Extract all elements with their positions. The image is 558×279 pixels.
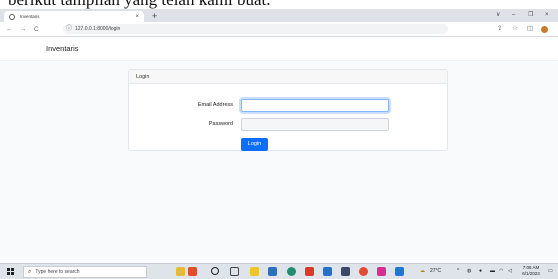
weather-icon[interactable]: ☁ (420, 268, 425, 274)
new-tab-icon[interactable]: + (152, 11, 157, 21)
file-explorer-icon[interactable] (250, 267, 259, 276)
share-icon[interactable]: ⇪ (497, 25, 502, 33)
app-icon[interactable] (377, 267, 386, 276)
chrome-tray-icon[interactable]: ● (479, 268, 482, 274)
taskbar-search-box[interactable]: ⌕ Type here to search (23, 266, 147, 278)
browser-toolbar: ← → C ⓘ 127.0.0.1:8000/login ⇪ ☆ ◫ (0, 22, 558, 37)
minimize-icon[interactable]: – (512, 12, 515, 18)
notification-icon[interactable]: ▭ (548, 268, 553, 274)
star-icon[interactable]: ☆ (512, 25, 518, 33)
cortana-icon[interactable] (211, 267, 219, 275)
battery-icon[interactable]: ▬ (490, 268, 495, 274)
windows-taskbar: ⌕ Type here to search ☁ 27°C ^ ◍ ● ▬ ◠ ◁… (0, 263, 558, 279)
password-field[interactable] (241, 118, 389, 131)
opera-icon[interactable] (305, 267, 314, 276)
edge-icon[interactable] (287, 267, 296, 276)
brand-link[interactable]: Inventaris (46, 44, 79, 53)
browser-tab-strip: Inventaris × + ∨ – ❐ × (0, 9, 558, 22)
search-placeholder: Type here to search (35, 269, 80, 275)
page-body: Login Email Address Password Login (0, 61, 558, 263)
password-label: Password (208, 121, 233, 127)
chrome-icon[interactable] (359, 267, 368, 276)
vscode-icon[interactable] (395, 267, 404, 276)
search-icon: ⌕ (28, 269, 32, 275)
globe-icon (9, 13, 15, 20)
news-widget-icon[interactable] (176, 267, 185, 276)
address-bar[interactable]: ⓘ 127.0.0.1:8000/login (63, 24, 448, 34)
tab-search-icon[interactable]: ∨ (496, 12, 500, 18)
app-icon[interactable] (341, 267, 350, 276)
caption-text: berikut tampilan yang telah kami buat. (8, 0, 270, 9)
windows-start-icon[interactable] (7, 268, 14, 275)
maximize-icon[interactable]: ❐ (528, 12, 533, 18)
tab-close-icon[interactable]: × (135, 14, 139, 20)
volume-icon[interactable]: ◁ (508, 268, 512, 274)
card-header: Login (129, 70, 447, 84)
site-info-icon[interactable]: ⓘ (66, 26, 72, 33)
document-caption: berikut tampilan yang telah kami buat. (0, 0, 558, 9)
wifi-icon[interactable]: ◠ (499, 268, 503, 274)
login-card: Login Email Address Password Login (128, 69, 448, 151)
reload-icon[interactable]: C (34, 26, 39, 33)
taskbar-clock[interactable]: 7:06 AM 6/1/2023 (518, 265, 544, 277)
clock-date: 6/1/2023 (522, 271, 540, 276)
close-window-icon[interactable]: × (545, 12, 549, 18)
app-navbar: Inventaris (0, 37, 558, 60)
forward-icon[interactable]: → (20, 26, 27, 33)
profile-icon[interactable] (541, 26, 548, 33)
store-icon[interactable] (268, 267, 277, 276)
tray-overflow-icon[interactable]: ^ (457, 268, 459, 274)
network-icon[interactable]: ◍ (467, 268, 471, 274)
email-label: Email Address (197, 102, 233, 108)
weather-text[interactable]: 27°C (430, 268, 441, 274)
mail-icon[interactable] (323, 267, 332, 276)
url-text[interactable]: 127.0.0.1:8000/login (75, 26, 120, 32)
login-button[interactable]: Login (241, 138, 268, 151)
sidepanel-icon[interactable]: ◫ (527, 25, 533, 33)
task-view-icon[interactable] (230, 267, 239, 276)
news-widget-icon[interactable] (188, 267, 197, 276)
tab-title: Inventaris (20, 14, 40, 19)
back-icon[interactable]: ← (6, 26, 13, 33)
browser-tab[interactable]: Inventaris × (4, 11, 144, 22)
email-field[interactable] (241, 99, 389, 112)
